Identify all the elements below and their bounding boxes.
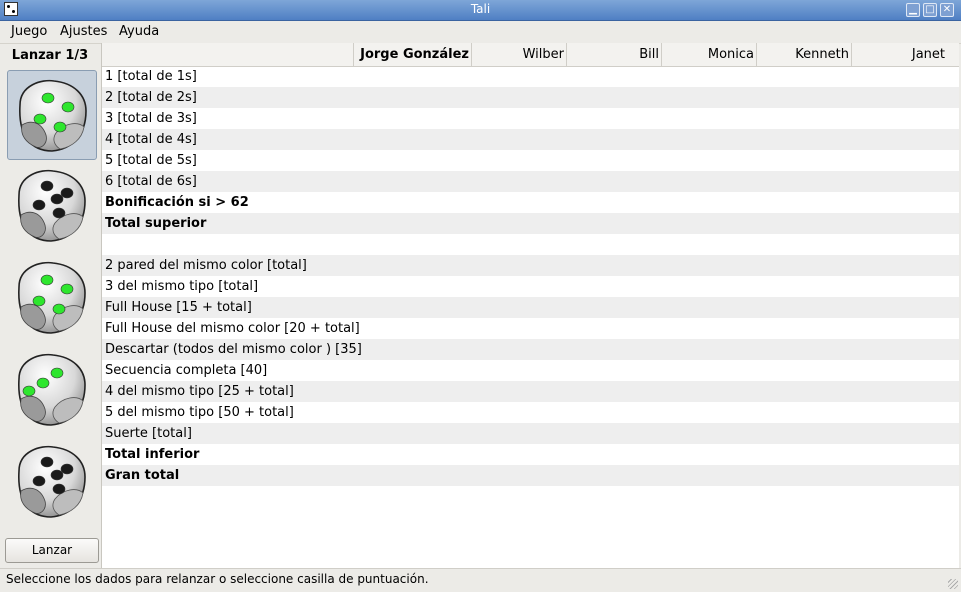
die-icon xyxy=(19,79,87,152)
menu-bar: Juego Ajustes Ayuda xyxy=(0,21,961,44)
player-column-header[interactable]: Bill xyxy=(567,43,662,66)
status-bar: Seleccione los dados para relanzar o sel… xyxy=(0,568,961,592)
score-row[interactable]: 1 [total de 1s] xyxy=(102,66,959,87)
score-row[interactable]: 5 [total de 5s] xyxy=(102,150,959,171)
category-column-header xyxy=(102,43,354,66)
score-row[interactable]: 3 del mismo tipo [total] xyxy=(102,276,959,297)
score-row[interactable]: 4 [total de 4s] xyxy=(102,129,959,150)
dice-panel: Lanzar 1/3 Lanzar xyxy=(0,43,100,568)
close-button[interactable]: ✕ xyxy=(940,3,954,17)
score-row[interactable]: Total inferior xyxy=(102,444,959,465)
score-row[interactable]: Secuencia completa [40] xyxy=(102,360,959,381)
score-row[interactable]: Full House [15 + total] xyxy=(102,297,959,318)
die-icon xyxy=(18,445,86,518)
score-row[interactable]: 3 [total de 3s] xyxy=(102,108,959,129)
score-row[interactable]: Total superior xyxy=(102,213,959,234)
score-row[interactable]: 2 [total de 2s] xyxy=(102,87,959,108)
roll-counter: Lanzar 1/3 xyxy=(11,48,89,63)
die[interactable] xyxy=(7,437,97,527)
score-row[interactable]: Gran total xyxy=(102,465,959,486)
score-row[interactable]: 2 pared del mismo color [total] xyxy=(102,255,959,276)
die-icon xyxy=(18,261,86,334)
score-row[interactable]: Suerte [total] xyxy=(102,423,959,444)
die-icon xyxy=(18,169,86,242)
player-column-header[interactable]: Janet xyxy=(852,43,947,66)
player-column-header[interactable]: Kenneth xyxy=(757,43,852,66)
score-table: Jorge González Wilber Bill Monica Kenneth Jan… xyxy=(101,43,959,568)
minimize-button[interactable]: ▁ xyxy=(906,3,920,17)
player-column-header[interactable]: Wilber xyxy=(472,43,567,66)
die[interactable] xyxy=(7,70,97,160)
score-header: Jorge González Wilber Bill Monica Kenneth Jan… xyxy=(102,43,959,67)
score-row[interactable]: 6 [total de 6s] xyxy=(102,171,959,192)
window-title: Tali xyxy=(470,2,491,16)
die[interactable] xyxy=(7,161,97,251)
score-row[interactable]: Bonificación si > 62 xyxy=(102,192,959,213)
menu-ajustes[interactable]: Ajustes xyxy=(60,24,107,39)
score-row[interactable]: Full House del mismo color [20 + total] xyxy=(102,318,959,339)
die-icon xyxy=(18,353,86,426)
menu-juego[interactable]: Juego xyxy=(11,24,47,39)
die[interactable] xyxy=(7,253,97,343)
player-column-header[interactable]: Monica xyxy=(662,43,757,66)
menu-ayuda[interactable]: Ayuda xyxy=(119,24,159,39)
resize-grip[interactable] xyxy=(948,579,958,589)
score-row[interactable]: 4 del mismo tipo [25 + total] xyxy=(102,381,959,402)
maximize-button[interactable]: □ xyxy=(923,3,937,17)
roll-button[interactable]: Lanzar xyxy=(5,538,99,563)
score-row[interactable]: 5 del mismo tipo [50 + total] xyxy=(102,402,959,423)
score-row[interactable] xyxy=(102,234,959,255)
die[interactable] xyxy=(7,345,97,435)
title-bar: Tali ▁ □ ✕ xyxy=(0,0,961,21)
status-text: Seleccione los dados para relanzar o sel… xyxy=(6,572,429,586)
score-row[interactable]: Descartar (todos del mismo color ) [35] xyxy=(102,339,959,360)
player-column-header[interactable]: Jorge González xyxy=(355,43,472,66)
